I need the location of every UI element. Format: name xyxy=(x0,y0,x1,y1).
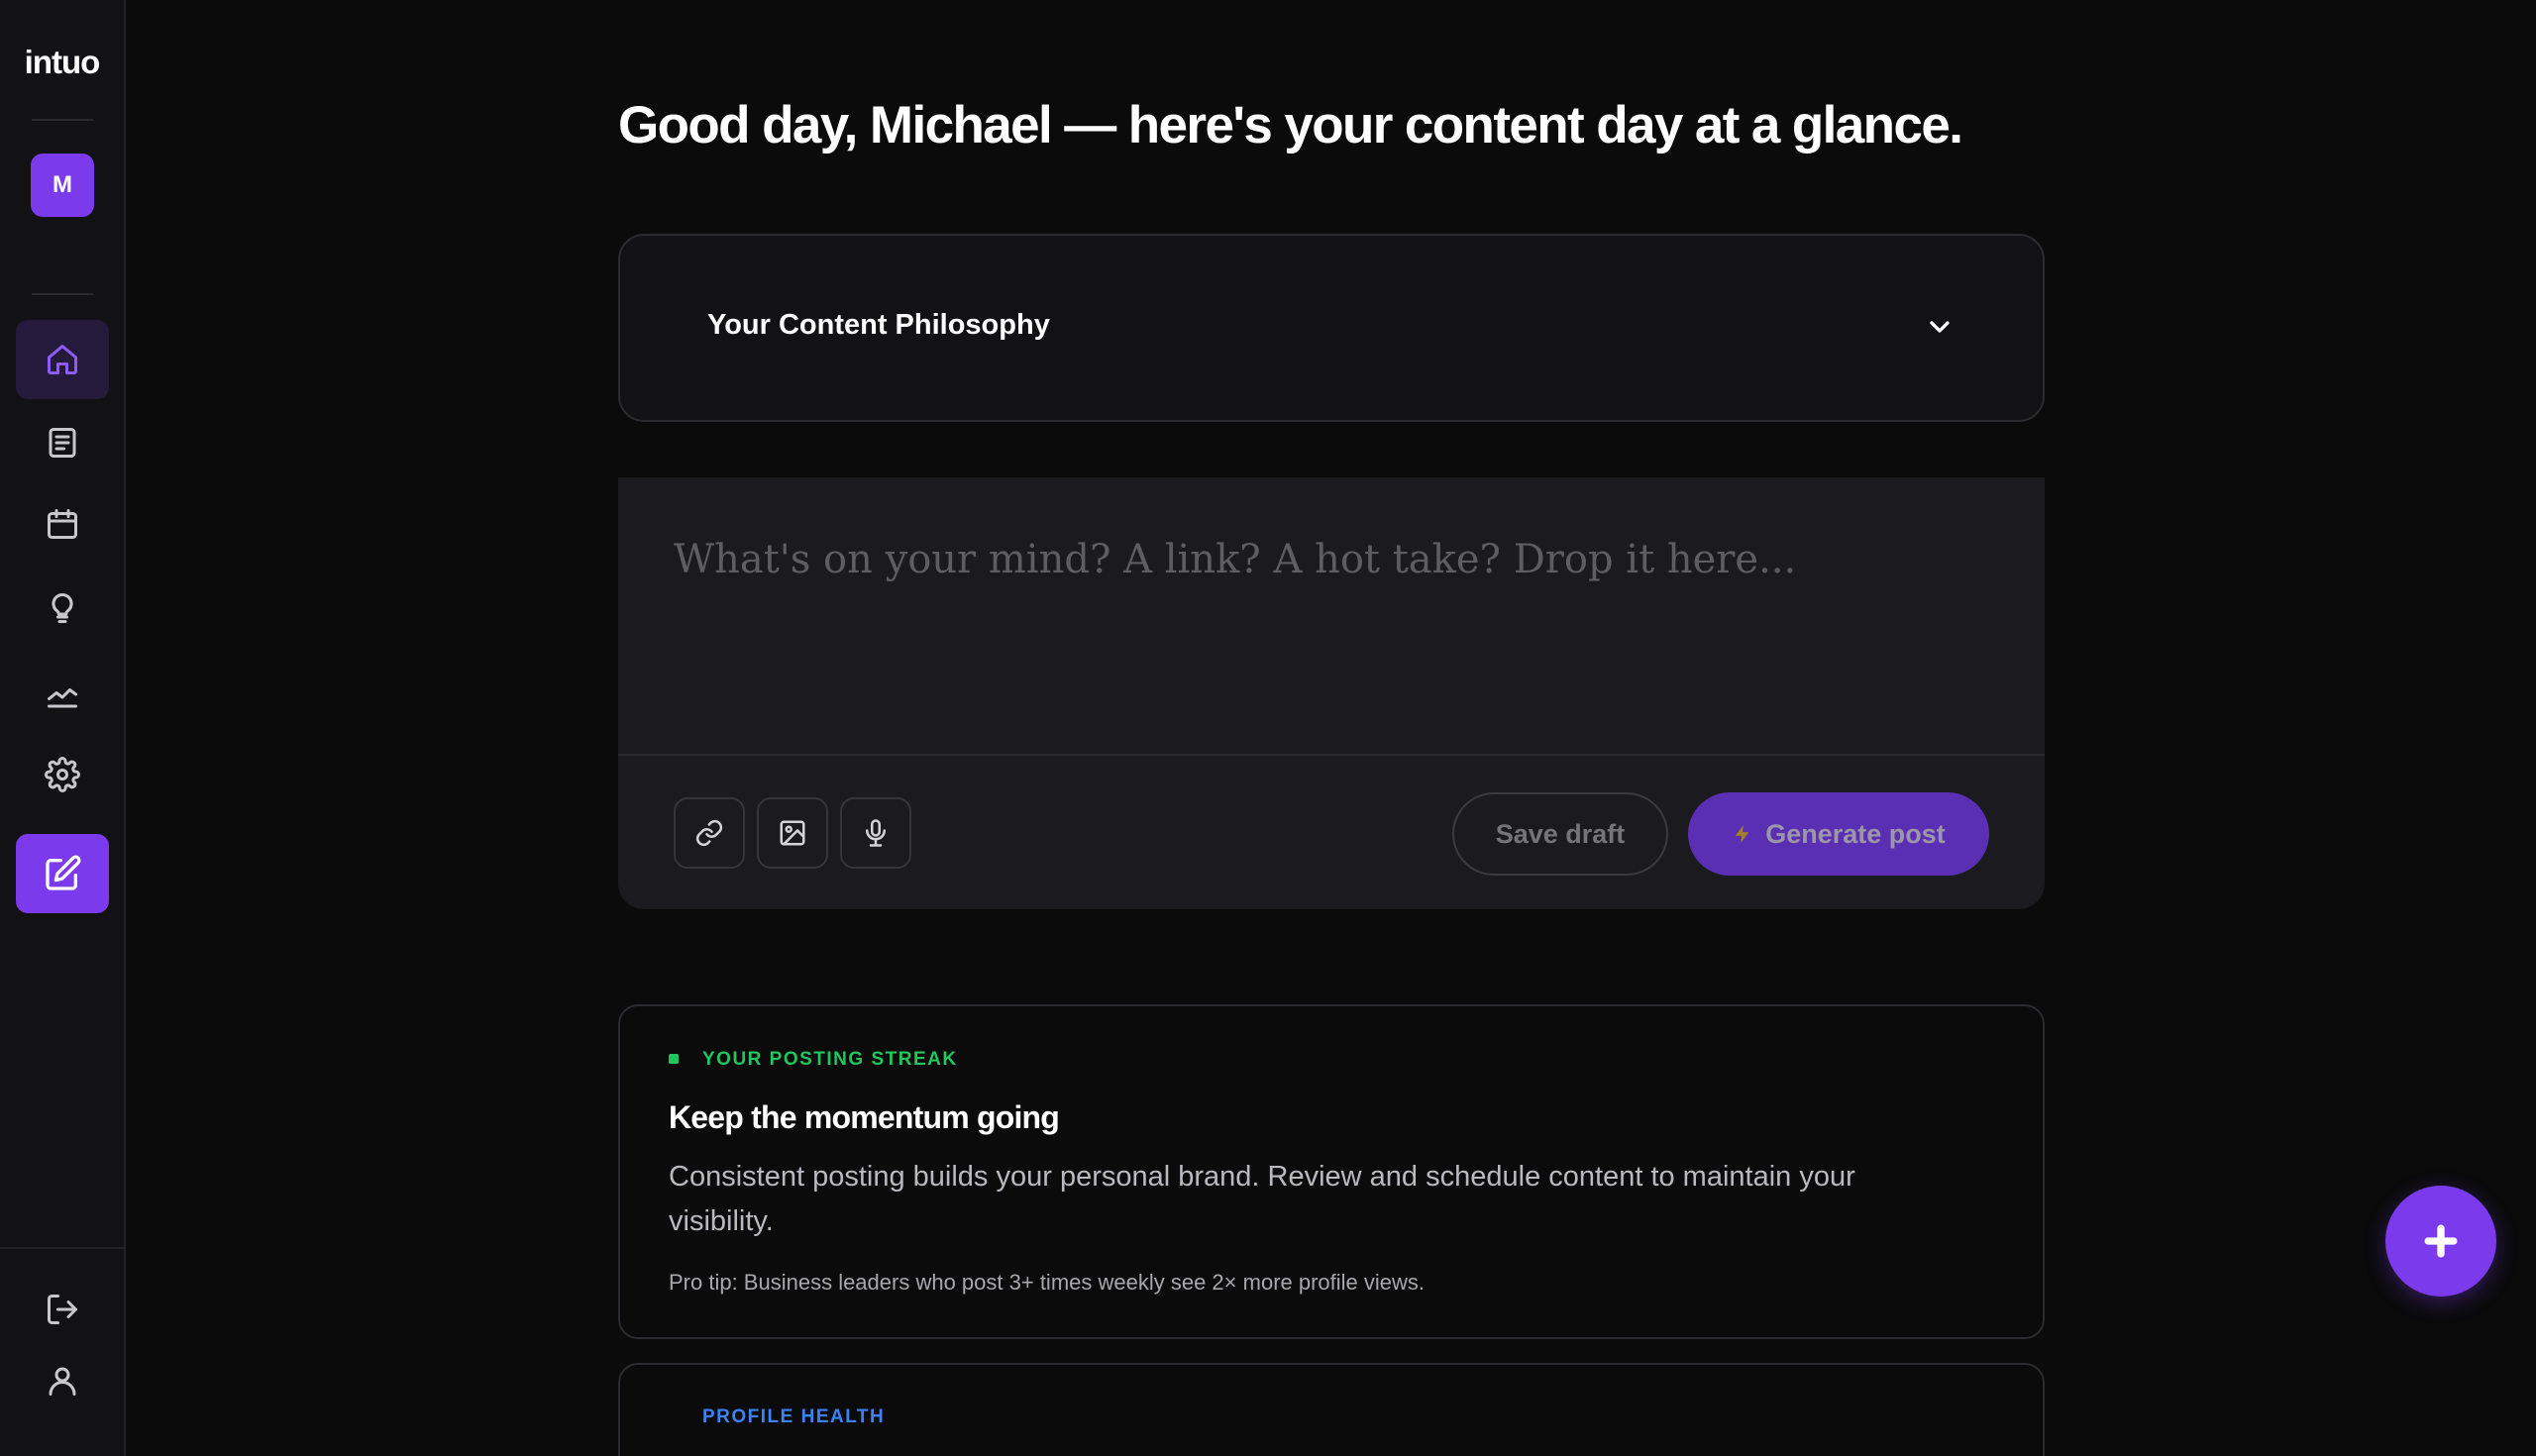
gear-icon xyxy=(45,757,80,792)
page-greeting: Good day, Michael — here's your content … xyxy=(618,96,1963,155)
chevron-down-icon[interactable] xyxy=(1924,311,1955,343)
lightning-icon xyxy=(1735,824,1749,844)
sidebar-bottom-divider xyxy=(0,1247,124,1249)
generate-post-button[interactable]: Generate post xyxy=(1688,792,1989,876)
sidebar-item-home[interactable] xyxy=(16,320,109,399)
sidebar-item-settings[interactable] xyxy=(16,735,109,814)
sidebar-item-compose[interactable] xyxy=(16,834,109,913)
sidebar-item-ideas[interactable] xyxy=(16,569,109,648)
sidebar-item-calendar[interactable] xyxy=(16,484,109,564)
health-kicker: PROFILE HEALTH xyxy=(702,1406,886,1427)
sidebar-divider xyxy=(32,293,93,295)
lightbulb-icon xyxy=(52,592,73,623)
logout-icon xyxy=(48,1295,77,1324)
user-icon xyxy=(49,1367,76,1396)
microphone-icon xyxy=(866,819,886,847)
attach-image-button[interactable] xyxy=(757,797,828,869)
streak-tip: Pro tip: Business leaders who post 3+ ti… xyxy=(669,1270,1426,1295)
link-icon xyxy=(695,819,723,847)
new-post-fab[interactable] xyxy=(2385,1186,2496,1297)
composer-divider xyxy=(618,754,2045,756)
edit-icon xyxy=(46,855,81,890)
home-icon xyxy=(48,345,77,374)
workspace-avatar[interactable]: M xyxy=(31,154,94,217)
app-root: intuo M Good day, Michael — here's your … xyxy=(0,0,2536,1456)
image-icon xyxy=(780,820,805,846)
streak-indicator xyxy=(669,1054,679,1064)
sidebar-item-profile[interactable] xyxy=(16,1341,109,1420)
sidebar: intuo M xyxy=(0,0,126,1456)
streak-kicker: YOUR POSTING STREAK xyxy=(702,1049,958,1070)
voice-input-button[interactable] xyxy=(840,797,911,869)
content-philosophy-title: Your Content Philosophy xyxy=(707,309,1050,341)
post-composer: Save draft Generate post xyxy=(618,477,2045,909)
composer-input[interactable] xyxy=(618,477,2045,755)
sidebar-item-analytics[interactable] xyxy=(16,655,109,734)
document-icon xyxy=(49,428,76,458)
generate-post-label: Generate post xyxy=(1765,818,1946,849)
app-logo[interactable]: intuo xyxy=(0,44,124,81)
profile-health-card: PROFILE HEALTH xyxy=(618,1363,2045,1456)
content-philosophy-accordion[interactable]: Your Content Philosophy xyxy=(618,234,2045,422)
streak-title: Keep the momentum going xyxy=(669,1099,1060,1135)
calendar-icon xyxy=(48,509,77,539)
attach-link-button[interactable] xyxy=(674,797,745,869)
save-draft-button[interactable]: Save draft xyxy=(1452,792,1668,876)
sidebar-item-posts[interactable] xyxy=(16,403,109,482)
posting-streak-card: YOUR POSTING STREAK Keep the momentum go… xyxy=(618,1004,2045,1339)
chart-line-icon xyxy=(48,688,77,708)
streak-body: Consistent posting builds your personal … xyxy=(669,1161,1855,1237)
sidebar-divider xyxy=(32,119,93,121)
sidebar-item-logout[interactable] xyxy=(16,1270,109,1349)
plus-icon xyxy=(2424,1224,2458,1258)
